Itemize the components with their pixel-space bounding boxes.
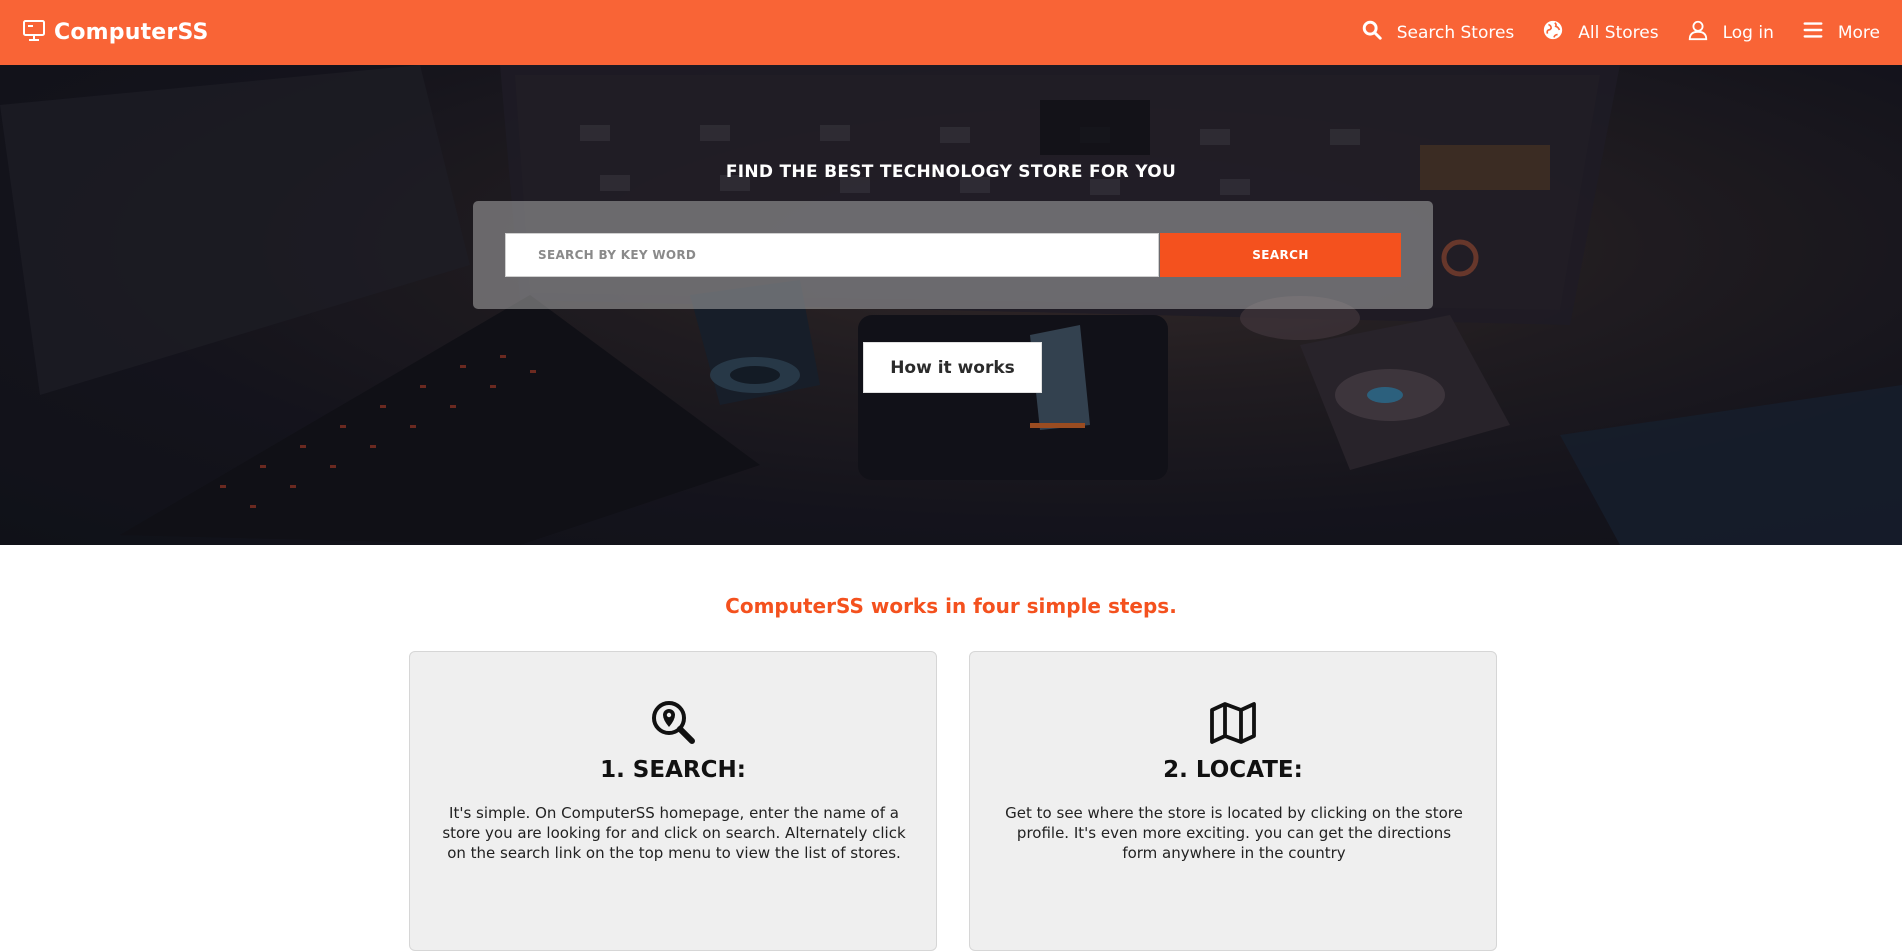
search-icon <box>1361 19 1397 46</box>
menu-icon <box>1802 19 1838 46</box>
step-card-search: 1. SEARCH: It's simple. On ComputerSS ho… <box>409 651 937 951</box>
nav-search-stores[interactable]: Search Stores <box>1361 19 1515 46</box>
monitor-icon <box>22 18 54 48</box>
search-panel: SEARCH <box>473 201 1433 309</box>
nav-all-stores[interactable]: All Stores <box>1542 19 1659 46</box>
top-navbar: ComputerSS Search Stores All Stores Log … <box>0 0 1902 65</box>
brand-name: ComputerSS <box>54 20 209 45</box>
how-it-works-button[interactable]: How it works <box>863 342 1042 393</box>
user-icon <box>1687 19 1723 46</box>
nav-all-stores-label: All Stores <box>1578 22 1659 43</box>
steps-heading: ComputerSS works in four simple steps. <box>725 594 1177 618</box>
step-card-text: It's simple. On ComputerSS homepage, ent… <box>442 804 906 862</box>
nav-login[interactable]: Log in <box>1687 19 1774 46</box>
nav-links: Search Stores All Stores Log in More <box>1333 19 1880 46</box>
step-card-text: Get to see where the store is located by… <box>1005 804 1463 862</box>
nav-login-label: Log in <box>1722 22 1774 43</box>
search-input[interactable] <box>505 233 1159 277</box>
hero-banner: FIND THE BEST TECHNOLOGY STORE FOR YOU S… <box>0 65 1902 545</box>
step-card-locate: 2. LOCATE: Get to see where the store is… <box>969 651 1497 951</box>
map-icon <box>970 700 1496 744</box>
search-location-icon <box>410 700 936 744</box>
search-button[interactable]: SEARCH <box>1160 233 1401 277</box>
hero-title: FIND THE BEST TECHNOLOGY STORE FOR YOU <box>725 162 1177 182</box>
nav-more[interactable]: More <box>1802 19 1880 46</box>
globe-icon <box>1542 19 1578 46</box>
step-card-title: 1. SEARCH: <box>600 757 746 783</box>
brand-logo-link[interactable]: ComputerSS <box>22 18 209 48</box>
step-card-title: 2. LOCATE: <box>1163 757 1303 783</box>
nav-more-label: More <box>1837 22 1880 43</box>
nav-search-stores-label: Search Stores <box>1396 22 1515 43</box>
